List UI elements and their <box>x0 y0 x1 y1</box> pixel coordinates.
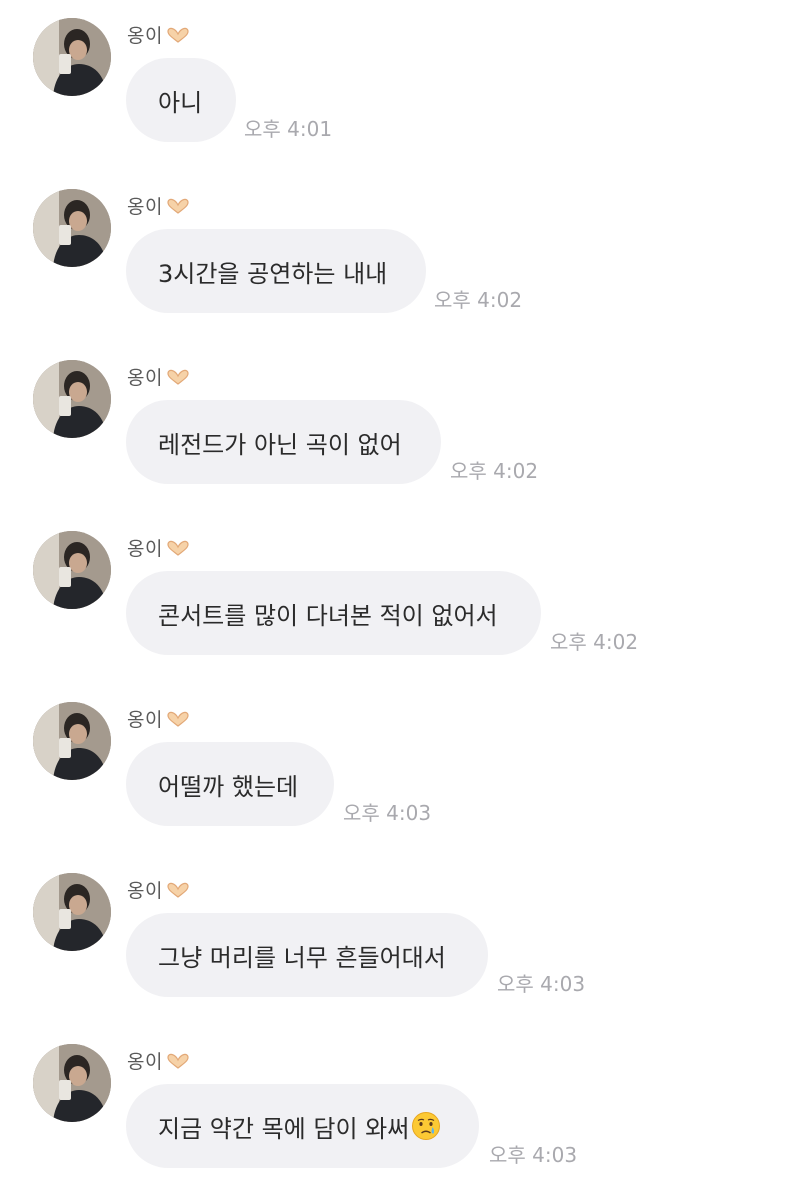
message-row: 옹이 레전드가 아닌 곡이 없어 오후 4:02 <box>0 342 809 513</box>
avatar[interactable] <box>33 1044 111 1122</box>
message-text: 콘서트를 많이 다녀본 적이 없어서 <box>158 601 498 630</box>
avatar[interactable] <box>33 360 111 438</box>
message-row: 옹이 어떨까 했는데 오후 4:03 <box>0 684 809 855</box>
message-text: 3시간을 공연하는 내내 <box>158 259 388 288</box>
message-text: 아니 <box>158 88 203 117</box>
message-text: 레전드가 아닌 곡이 없어 <box>158 430 402 459</box>
avatar[interactable] <box>33 873 111 951</box>
sender-name: 옹이 <box>127 533 189 561</box>
heart-hands-icon <box>167 881 189 898</box>
message-time: 오후 4:02 <box>450 459 539 483</box>
message-row: 옹이 콘서트를 많이 다녀본 적이 없어서 오후 4:02 <box>0 513 809 684</box>
message-text: 어떨까 했는데 <box>158 772 299 801</box>
avatar[interactable] <box>33 702 111 780</box>
heart-hands-icon <box>167 710 189 727</box>
message-row: 옹이 아니 오후 4:01 <box>0 0 809 171</box>
heart-hands-icon <box>167 1052 189 1069</box>
message-row: 옹이 지금 약간 목에 담이 와써 오후 4:03 <box>0 1026 809 1197</box>
message-time: 오후 4:03 <box>497 972 586 996</box>
message-bubble[interactable]: 콘서트를 많이 다녀본 적이 없어서 <box>126 571 541 655</box>
message-row: 옹이 3시간을 공연하는 내내 오후 4:02 <box>0 171 809 342</box>
heart-hands-icon <box>167 539 189 556</box>
message-time: 오후 4:02 <box>550 630 639 654</box>
heart-hands-icon <box>167 197 189 214</box>
message-row: 옹이 그냥 머리를 너무 흔들어대서 오후 4:03 <box>0 855 809 1026</box>
message-bubble[interactable]: 지금 약간 목에 담이 와써 <box>126 1084 479 1168</box>
message-bubble[interactable]: 아니 <box>126 58 236 142</box>
heart-hands-icon <box>167 26 189 43</box>
sender-name: 옹이 <box>127 1046 189 1074</box>
sender-name: 옹이 <box>127 704 189 732</box>
avatar[interactable] <box>33 531 111 609</box>
sender-name: 옹이 <box>127 20 189 48</box>
message-time: 오후 4:03 <box>343 801 432 825</box>
avatar[interactable] <box>33 18 111 96</box>
sender-name: 옹이 <box>127 362 189 390</box>
chat-message-list: 옹이 아니 오후 4:01 옹이 3시간을 공연하는 내내 오후 4:02 옹이 <box>0 0 809 1200</box>
message-time: 오후 4:03 <box>489 1143 578 1167</box>
message-bubble[interactable]: 3시간을 공연하는 내내 <box>126 229 426 313</box>
message-text: 그냥 머리를 너무 흔들어대서 <box>158 943 446 972</box>
avatar[interactable] <box>33 189 111 267</box>
sender-name: 옹이 <box>127 875 189 903</box>
crying-face-icon <box>411 1111 441 1141</box>
message-text: 지금 약간 목에 담이 와써 <box>158 1114 410 1143</box>
message-time: 오후 4:01 <box>244 117 333 141</box>
message-bubble[interactable]: 그냥 머리를 너무 흔들어대서 <box>126 913 488 997</box>
message-bubble[interactable]: 레전드가 아닌 곡이 없어 <box>126 400 441 484</box>
sender-name: 옹이 <box>127 191 189 219</box>
message-bubble[interactable]: 어떨까 했는데 <box>126 742 334 826</box>
message-time: 오후 4:02 <box>434 288 523 312</box>
heart-hands-icon <box>167 368 189 385</box>
